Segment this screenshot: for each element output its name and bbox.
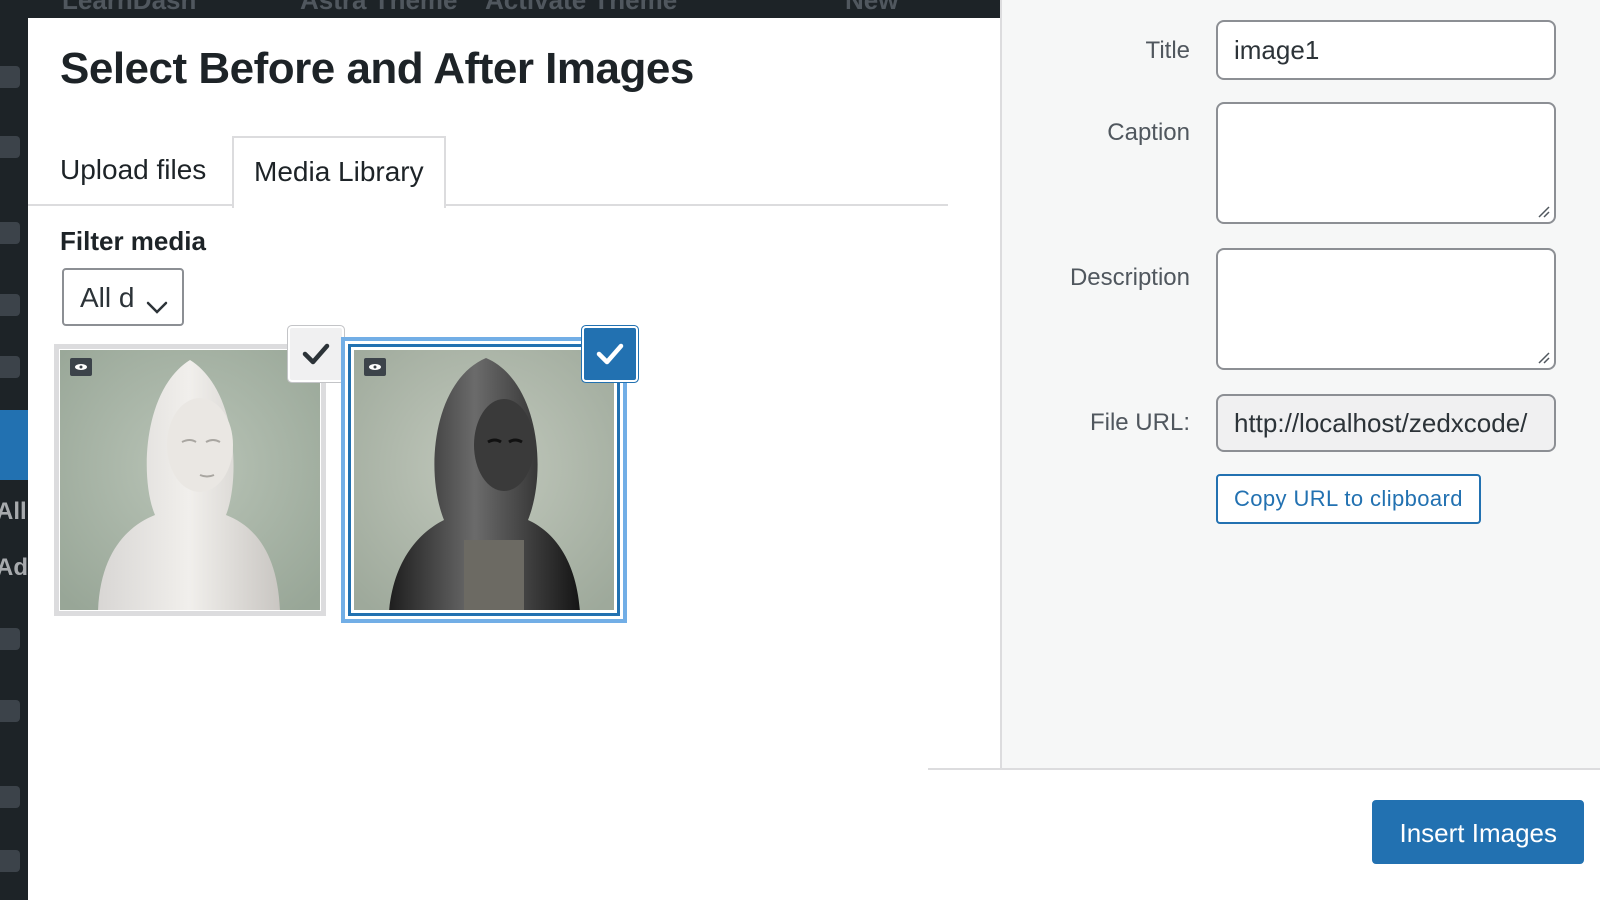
description-label: Description: [1069, 264, 1190, 291]
chevron-down-icon: [146, 290, 168, 322]
modal-title: Select Before and After Images: [60, 44, 694, 93]
preview-eye-icon: [364, 358, 386, 376]
comment-icon[interactable]: [0, 628, 20, 650]
filter-selected-value: All d: [80, 282, 135, 313]
tab-upload-files[interactable]: Upload files: [40, 136, 226, 207]
media-router-tabs: Upload files Media Library: [28, 116, 948, 208]
admin-bar-item[interactable]: Activate Theme: [485, 0, 677, 16]
appearance-icon[interactable]: [0, 700, 20, 722]
resize-handle-icon[interactable]: [1536, 204, 1550, 218]
media-icon[interactable]: [0, 356, 20, 378]
copy-url-button[interactable]: Copy URL to clipboard: [1216, 474, 1481, 524]
attachment-image-dark-bust: [354, 350, 614, 610]
admin-bar-item[interactable]: LearnDash: [62, 0, 196, 16]
attachment-thumbnail[interactable]: [348, 328, 636, 616]
admin-bar-item[interactable]: New: [845, 0, 898, 16]
deselect-checkmark-button[interactable]: [584, 328, 636, 380]
sidebar-item-label[interactable]: Ad: [0, 554, 28, 582]
media-toolbar: Insert Images: [928, 768, 1600, 900]
media-modal: Select Before and After Images Upload fi…: [28, 0, 1600, 900]
pin-icon[interactable]: [0, 222, 20, 244]
file-url-field[interactable]: http://localhost/zedxcode/: [1216, 394, 1556, 452]
file-url-label: File URL:: [1089, 409, 1190, 436]
caption-label: Caption: [1107, 119, 1190, 146]
title-field[interactable]: image1: [1216, 20, 1556, 80]
admin-sidebar: All Ad: [0, 0, 28, 900]
caption-field[interactable]: [1216, 102, 1556, 224]
tools-icon[interactable]: [0, 850, 20, 872]
checkmark-icon: [302, 343, 330, 365]
pin-icon[interactable]: [0, 136, 20, 158]
admin-bar-item[interactable]: Astra Theme: [300, 0, 458, 16]
description-field[interactable]: [1216, 248, 1556, 370]
checkmark-icon: [596, 343, 624, 365]
insert-images-button[interactable]: Insert Images: [1372, 800, 1584, 864]
resize-handle-icon[interactable]: [1536, 350, 1550, 364]
preview-eye-icon: [70, 358, 92, 376]
plugin-icon[interactable]: [0, 786, 20, 808]
admin-bar: LearnDash Astra Theme Activate Theme New: [0, 0, 948, 18]
attachment-thumbnail[interactable]: [54, 328, 342, 616]
sidebar-item-label[interactable]: All: [0, 498, 27, 526]
filter-media-label: Filter media: [60, 226, 206, 256]
dashboard-icon[interactable]: [0, 66, 20, 88]
attachment-details-panel: Title image1 Caption Description File UR…: [1000, 0, 1600, 786]
title-label: Title: [1145, 37, 1190, 64]
attachment-image-marble-bust: [60, 350, 320, 610]
deselect-checkmark-button[interactable]: [290, 328, 342, 380]
media-type-filter-select[interactable]: All d: [62, 268, 184, 326]
sidebar-active-indicator: [0, 410, 28, 480]
tab-media-library[interactable]: Media Library: [232, 136, 446, 208]
folder-icon[interactable]: [0, 294, 20, 316]
